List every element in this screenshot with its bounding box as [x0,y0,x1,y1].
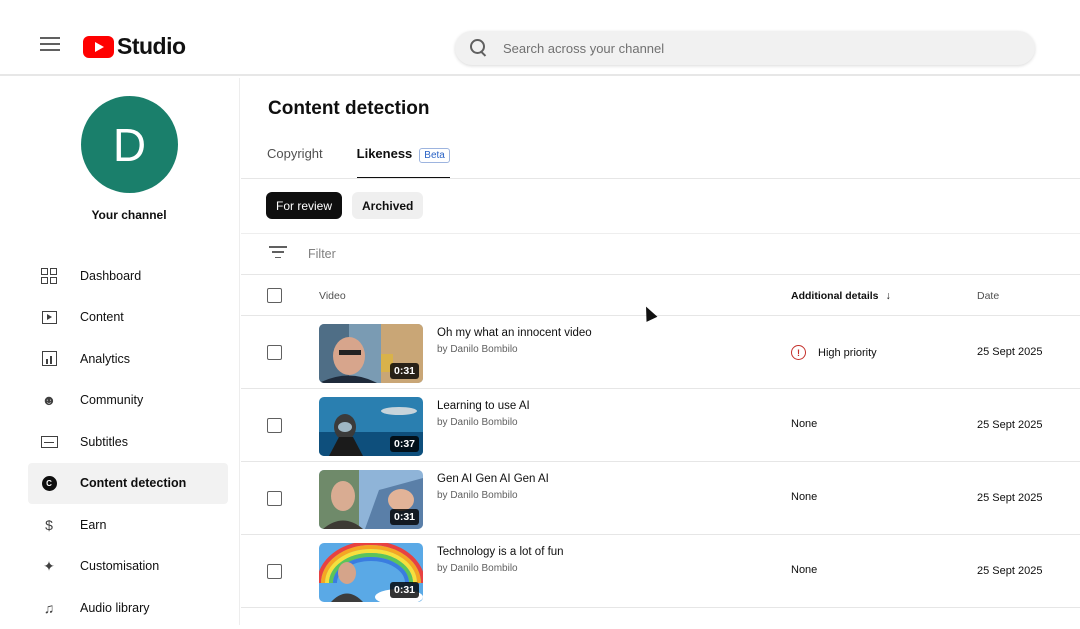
row-checkbox[interactable] [267,345,282,360]
community-icon: ☻ [41,392,57,409]
video-title[interactable]: Technology is a lot of fun [437,546,564,558]
sidebar-item-label: Community [80,393,144,408]
sidebar: D Your channel Dashboard Content Analyti… [0,78,240,625]
dashboard-icon [40,267,58,285]
column-video: Video [319,290,346,302]
video-date: 25 Sept 2025 [977,492,1043,504]
sidebar-item-content-detection[interactable]: C Content detection [28,462,228,504]
filter-chips: For review Archived [266,192,433,219]
column-date: Date [977,290,1000,302]
tab-copyright[interactable]: Copyright [267,146,323,179]
tab-label: Likeness [356,146,413,161]
table-row[interactable]: 0:31 Technology is a lot of fun by Danil… [241,535,1080,608]
sidebar-item-label: Analytics [80,351,131,366]
sidebar-item-label: Earn [80,517,107,532]
table-row[interactable]: 0:37 Learning to use AI by Danilo Bombil… [241,389,1080,462]
table-header: Video Additional details ↓ Date [241,276,1080,316]
tab-likeness[interactable]: Likeness Beta [356,146,450,179]
sidebar-item-community[interactable]: ☻ Community [28,380,228,422]
sidebar-item-content[interactable]: Content [28,297,228,339]
video-thumbnail[interactable]: 0:31 [319,324,423,383]
video-thumbnail[interactable]: 0:31 [319,470,423,529]
select-all-checkbox[interactable] [267,288,282,303]
video-date: 25 Sept 2025 [977,565,1043,577]
filter-bar[interactable]: Filter [241,234,1080,275]
duration-badge: 0:37 [389,436,419,452]
hamburger-menu-icon[interactable] [40,37,60,51]
detection-tabs: Copyright Likeness Beta [267,146,450,179]
sidebar-item-subtitles[interactable]: Subtitles [28,421,228,463]
beta-badge: Beta [419,148,450,163]
additional-details: None [791,491,818,503]
sidebar-item-audio-library[interactable]: ♫ Audio library [28,587,228,629]
table-row[interactable]: 0:31 Oh my what an innocent video by Dan… [241,316,1080,389]
sidebar-item-dashboard[interactable]: Dashboard [28,255,228,297]
additional-details: None [791,418,818,430]
sidebar-nav: Dashboard Content Analytics ☻ Community … [28,255,228,629]
sidebar-item-label: Content [80,310,124,325]
search-bar[interactable] [455,31,1035,65]
table-row[interactable]: 0:31 Gen AI Gen AI Gen AI by Danilo Bomb… [241,462,1080,535]
video-author: by Danilo Bombilo [437,563,518,574]
search-icon[interactable] [469,38,489,58]
sidebar-item-analytics[interactable]: Analytics [28,338,228,380]
tab-label: Copyright [267,146,323,161]
top-bar: Studio [0,0,1080,76]
channel-avatar[interactable]: D [81,96,178,193]
sidebar-item-label: Dashboard [80,268,142,283]
main-content: Content detection Copyright Likeness Bet… [241,78,1080,625]
analytics-icon [40,350,58,368]
details-text: High priority [818,346,877,359]
search-input[interactable] [503,40,983,56]
divider [241,178,1080,179]
column-additional-details[interactable]: Additional details ↓ [791,290,891,302]
page-title: Content detection [268,98,430,119]
row-checkbox[interactable] [267,564,282,579]
video-date: 25 Sept 2025 [977,419,1043,431]
row-checkbox[interactable] [267,418,282,433]
studio-logo[interactable]: Studio [83,33,186,60]
sidebar-item-label: Customisation [80,559,160,574]
video-thumbnail[interactable]: 0:37 [319,397,423,456]
sidebar-item-label: Audio library [80,600,150,615]
content-icon [40,308,58,326]
duration-badge: 0:31 [389,509,419,525]
video-author: by Danilo Bombilo [437,490,518,501]
video-title[interactable]: Oh my what an innocent video [437,327,592,339]
duration-badge: 0:31 [389,363,419,379]
channel-label[interactable]: Your channel [0,208,258,222]
video-date: 25 Sept 2025 [977,346,1043,358]
video-title[interactable]: Learning to use AI [437,400,530,412]
sidebar-item-earn[interactable]: $ Earn [28,504,228,546]
alert-icon: ! [791,345,806,360]
video-author: by Danilo Bombilo [437,417,518,428]
youtube-play-icon [83,35,114,58]
sidebar-item-label: Subtitles [80,434,128,449]
video-thumbnail[interactable]: 0:31 [319,543,423,602]
magic-wand-icon: ✦ [43,557,55,574]
additional-details: None [791,564,818,576]
filter-input[interactable]: Filter [308,247,336,261]
video-author: by Danilo Bombilo [437,344,518,355]
video-title[interactable]: Gen AI Gen AI Gen AI [437,473,549,485]
content-detection-icon: C [40,474,58,492]
row-checkbox[interactable] [267,491,282,506]
duration-badge: 0:31 [389,582,419,598]
sidebar-item-customisation[interactable]: ✦ Customisation [28,546,228,588]
logo-text: Studio [117,33,186,59]
subtitles-icon [40,433,58,451]
filter-icon[interactable] [269,246,287,261]
audio-library-icon: ♫ [43,599,55,616]
sidebar-item-label: Content detection [80,476,187,491]
chip-archived[interactable]: Archived [352,192,424,219]
additional-details: ! High priority [791,345,877,360]
chip-for-review[interactable]: For review [266,192,343,219]
column-label: Additional details [791,290,879,302]
sort-arrow-down-icon[interactable]: ↓ [885,290,890,302]
dollar-icon: $ [45,516,53,533]
